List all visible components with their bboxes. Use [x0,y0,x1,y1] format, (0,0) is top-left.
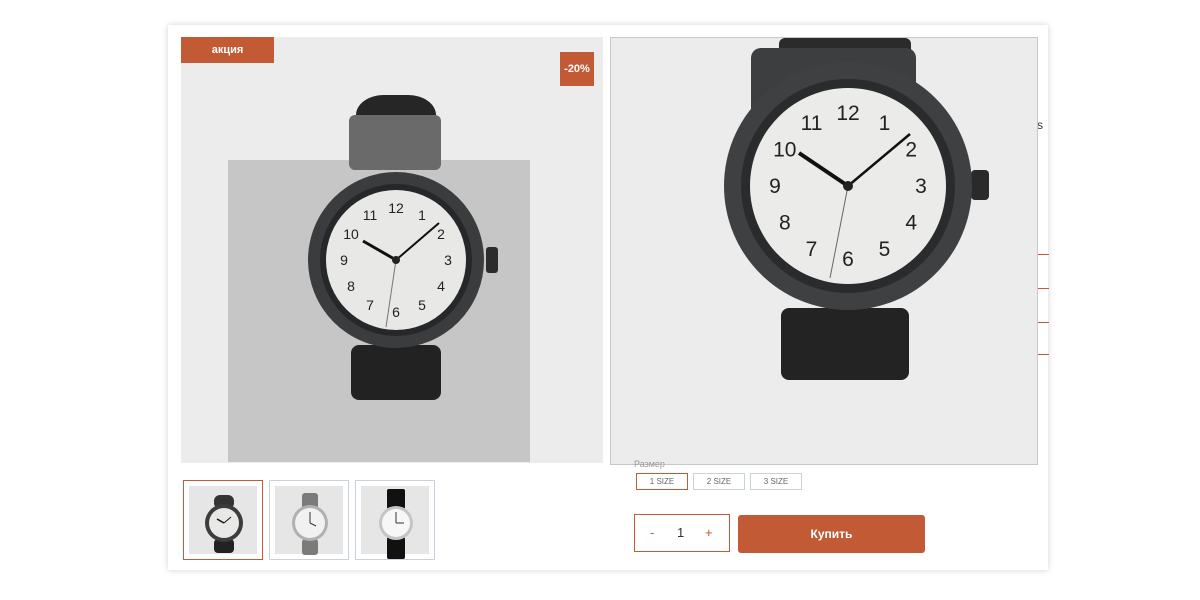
watch-face-number: 2 [437,226,445,242]
watch-face-number: 5 [879,238,891,261]
watch-face-number: 10 [343,226,359,242]
main-product-image[interactable]: 12 1 2 3 4 5 6 7 8 9 10 11 [181,37,603,463]
watch-face-number: 10 [773,139,796,162]
size-option-2[interactable]: 2 SIZE [693,473,745,490]
watch-face-number: 4 [437,278,445,294]
watch-face-number: 5 [418,297,426,313]
watch-face-number: 12 [836,102,859,125]
watch-face-number: 9 [340,252,348,268]
increase-quantity-button[interactable]: + [705,525,713,540]
watch-face-number: 7 [366,297,374,313]
thumbnail-3[interactable] [355,480,435,560]
thumbnail-2[interactable] [269,480,349,560]
quantity-value[interactable]: 1 [677,525,684,540]
thumbnail-1[interactable] [183,480,263,560]
zoom-preview: 12 1 2 3 4 5 6 7 8 9 10 11 [610,37,1038,465]
watch-face-number: 2 [905,139,917,162]
watch-face-number: 9 [769,175,781,198]
watch-thumbnail-image [205,495,243,553]
watch-face-number: 11 [801,112,823,135]
watch-face-number: 11 [363,207,378,223]
quantity-stepper: - 1 + [634,514,730,552]
watch-thumbnail-image [379,489,413,559]
watch-face-number: 3 [915,175,927,198]
watch-face-number: 1 [879,112,891,135]
buy-button[interactable]: Купить [738,515,925,553]
size-option-3[interactable]: 3 SIZE [750,473,802,490]
watch-face-number: 12 [388,200,404,216]
watch-face-number: 6 [392,304,400,320]
sale-badge: акция [181,37,274,63]
discount-badge: -20% [560,52,594,86]
watch-face-number: 8 [779,212,791,235]
watch-face-number: 7 [806,238,818,261]
watch-face-number: 3 [444,252,452,268]
watch-thumbnail-image [292,493,328,555]
decrease-quantity-button[interactable]: - [650,525,654,540]
watch-face-number: 1 [418,207,426,223]
watch-image: 12 12 3 45 6 78 9 1011 [308,95,498,400]
size-option-1[interactable]: 1 SIZE [636,473,688,490]
watch-zoomed-image: 12 12 3 45 6 78 9 1011 [724,38,989,380]
size-label: Размер [634,459,665,469]
watch-face-number: 4 [905,212,917,235]
watch-face-number: 6 [842,248,854,271]
watch-face-number: 8 [347,278,355,294]
